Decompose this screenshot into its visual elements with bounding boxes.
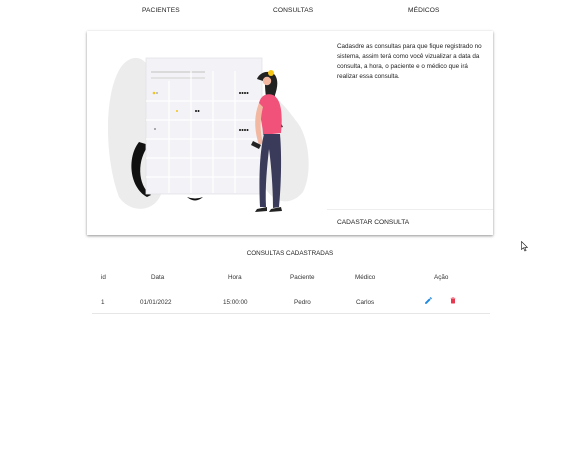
card-description: Cadasdre as consultas para que fique reg…	[337, 43, 482, 80]
column-header-hora: Hora	[228, 274, 242, 281]
cadastrar-consulta-button[interactable]: CADASTAR CONSULTA	[337, 219, 409, 226]
cell-medico: Carlos	[356, 299, 375, 306]
column-header-data: Data	[151, 274, 165, 281]
consulta-info-card: Cadasdre as consultas para que fique reg…	[87, 31, 493, 235]
table-row: 1 01/01/2022 15:00:00 Pedro Carlos	[92, 288, 490, 314]
edit-button[interactable]	[423, 295, 434, 306]
table-header: id Data Hora Paciente Médico Ação	[92, 266, 490, 288]
nav-item-pacientes[interactable]: PACIENTES	[142, 7, 180, 14]
cell-id: 1	[101, 299, 105, 306]
calendar-person-illustration	[107, 57, 309, 212]
top-navigation: PACIENTES CONSULTAS MÉDICOS	[0, 0, 580, 22]
delete-button[interactable]	[447, 295, 458, 306]
column-header-medico: Médico	[355, 274, 376, 281]
column-header-id: id	[101, 274, 106, 281]
cell-hora: 15:00:00	[223, 299, 248, 306]
cell-data: 01/01/2022	[140, 299, 172, 306]
section-title: CONSULTAS CADASTRADAS	[246, 250, 334, 257]
card-divider	[327, 209, 493, 210]
trash-icon	[450, 297, 455, 304]
column-header-acao: Ação	[434, 274, 449, 281]
consultas-table: id Data Hora Paciente Médico Ação 1 01/0…	[92, 266, 490, 314]
mouse-pointer-icon	[521, 241, 529, 252]
pencil-icon	[425, 297, 432, 304]
nav-item-consultas[interactable]: CONSULTAS	[273, 7, 313, 14]
cell-paciente: Pedro	[294, 299, 311, 306]
column-header-paciente: Paciente	[290, 274, 315, 281]
nav-item-medicos[interactable]: MÉDICOS	[408, 7, 439, 14]
